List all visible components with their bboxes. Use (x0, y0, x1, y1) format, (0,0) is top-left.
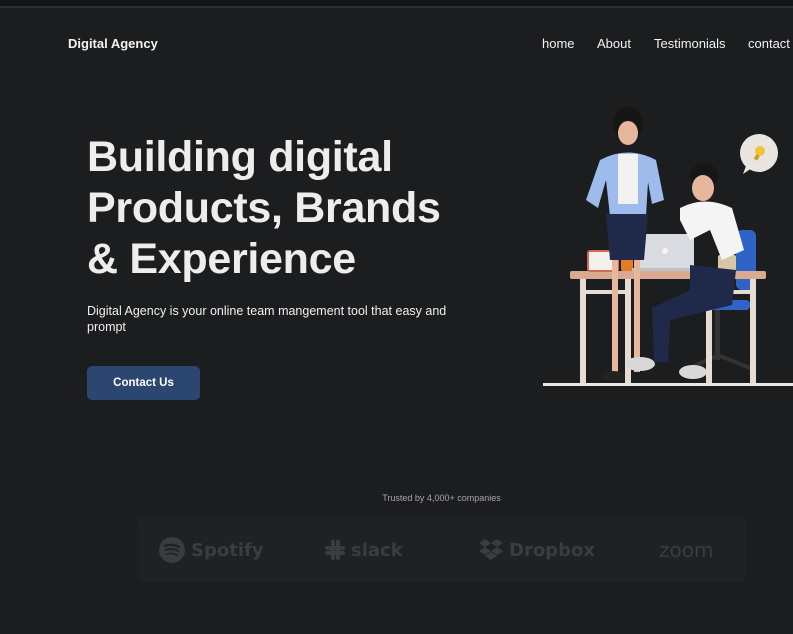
nav-link-testimonials[interactable]: Testimonials (654, 36, 726, 51)
team-at-desk-illustration (543, 107, 793, 386)
trusted-by-caption: Trusted by 4,000+ companies (382, 493, 501, 503)
slack-icon (325, 540, 345, 560)
nav-link-contact[interactable]: contact (748, 36, 790, 51)
dropbox-icon (479, 539, 503, 560)
client-logos-strip: Spotify slack Dropbox zoom (137, 517, 747, 582)
logo-slack: slack (324, 537, 403, 563)
lightbulb-bubble-icon (740, 134, 778, 174)
logo-spotify: Spotify (158, 537, 264, 563)
hero-subtitle: Digital Agency is your online team mange… (87, 304, 447, 334)
brand-logo-text[interactable]: Digital Agency (68, 36, 158, 51)
logo-dropbox: Dropbox (478, 537, 595, 563)
nav-link-about[interactable]: About (597, 36, 631, 51)
logo-zoom: zoom (659, 537, 713, 563)
logo-dropbox-text: Dropbox (509, 539, 595, 561)
contact-us-button[interactable]: Contact Us (87, 366, 200, 400)
top-navigation: Digital Agency home About Testimonials c… (0, 28, 793, 60)
spotify-icon (159, 537, 185, 563)
hero-title-line-1: Building digital (87, 133, 393, 181)
browser-top-edge (0, 0, 793, 8)
logo-slack-text: slack (351, 539, 403, 561)
nav-link-home[interactable]: home (542, 36, 575, 51)
hero-title: Building digital Products, Brands & Expe… (87, 132, 487, 285)
logo-spotify-text: Spotify (191, 539, 264, 561)
hero-title-line-2: Products, Brands (87, 184, 441, 232)
hero-title-line-3: & Experience (87, 235, 356, 283)
hero-illustration (540, 100, 793, 390)
zoom-icon: zoom (659, 538, 714, 562)
